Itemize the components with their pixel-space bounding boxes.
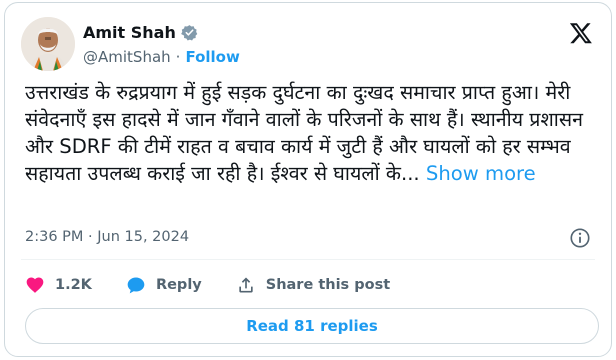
follow-button[interactable]: Follow xyxy=(185,48,239,66)
divider xyxy=(21,259,595,260)
verified-badge-icon xyxy=(181,24,198,41)
info-icon[interactable] xyxy=(569,227,591,249)
avatar-portrait-icon xyxy=(21,17,75,71)
tweet-header: Amit Shah @AmitShah · Follow xyxy=(21,17,597,73)
tweet-timestamp[interactable]: 2:36 PM · Jun 15, 2024 xyxy=(25,229,189,245)
share-button[interactable]: Share this post xyxy=(236,275,390,295)
read-replies-button[interactable]: Read 81 replies xyxy=(25,308,599,344)
tweet-text: उत्तराखंड के रुद्रप्रयाग में हुई सड़क दु… xyxy=(25,79,597,187)
upload-share-icon xyxy=(239,277,253,293)
author-name[interactable]: Amit Shah xyxy=(83,23,176,42)
reply-label: Reply xyxy=(155,277,202,293)
like-button[interactable]: 1.2K xyxy=(25,275,92,295)
x-logo-icon[interactable] xyxy=(569,21,593,45)
like-count: 1.2K xyxy=(55,277,92,293)
reply-button[interactable]: Reply xyxy=(126,275,202,295)
share-label: Share this post xyxy=(265,277,391,293)
author-block: Amit Shah @AmitShah · Follow xyxy=(83,21,240,67)
action-bar: 1.2K Reply Share this post xyxy=(25,271,424,299)
read-replies-label: Read 81 replies xyxy=(246,317,378,335)
show-more-link[interactable]: Show more xyxy=(426,162,536,185)
tweet-card: Amit Shah @AmitShah · Follow उत्तराखंड क… xyxy=(4,2,612,357)
author-handle[interactable]: @AmitShah xyxy=(83,48,171,66)
avatar[interactable] xyxy=(21,17,75,71)
separator-dot: · xyxy=(175,48,181,66)
speech-bubble-icon xyxy=(127,277,145,294)
heart-icon xyxy=(26,277,44,293)
